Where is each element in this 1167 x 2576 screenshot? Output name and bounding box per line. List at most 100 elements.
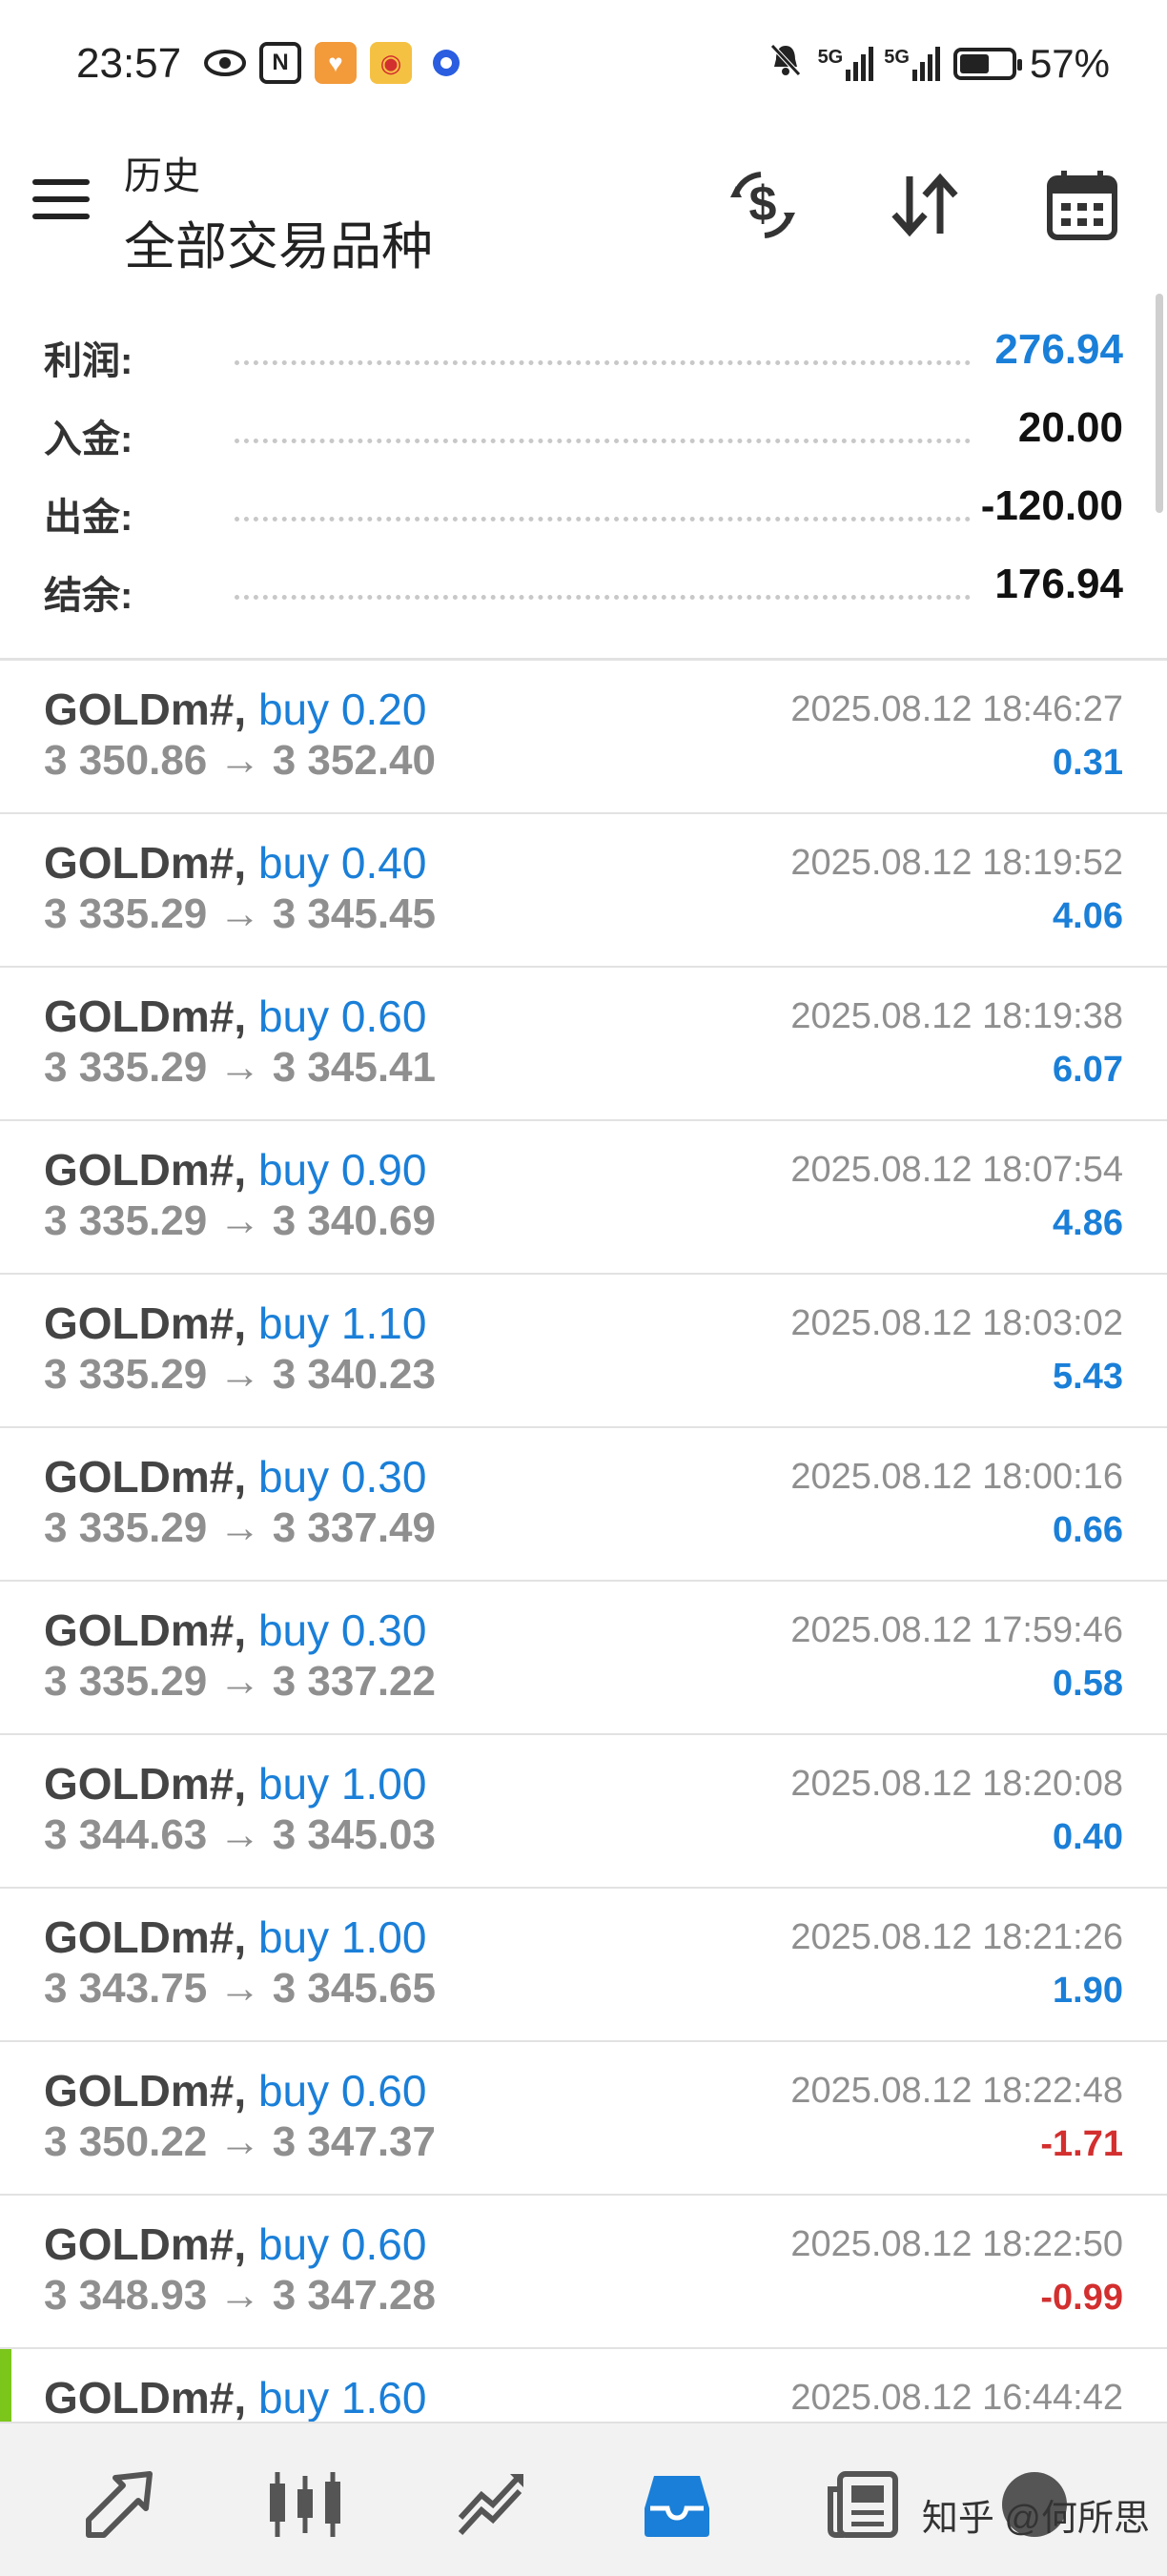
trade-action: buy 0.20 <box>257 685 427 734</box>
trade-action: buy 0.60 <box>257 2219 427 2269</box>
trade-prices: 3 350.86 → 3 352.40 <box>44 737 436 784</box>
trade-profit: 6.07 <box>1053 1050 1123 1090</box>
trade-row[interactable]: GOLDm#, buy 0.60 3 348.93 → 3 347.28 2025.… <box>0 2196 1167 2349</box>
trade-action: buy 0.60 <box>257 2066 427 2116</box>
trade-symbol-line: GOLDm#, buy 0.60 <box>44 991 426 1042</box>
mute-bell-icon <box>767 40 805 88</box>
summary-row-withdrawal: 出金: -120.00 <box>44 473 1123 549</box>
trade-datetime: 2025.08.12 18:00:16 <box>790 1457 1123 1497</box>
eye-icon <box>204 42 246 84</box>
summary-label: 出金: <box>44 497 133 539</box>
trade-profit: -1.71 <box>1040 2124 1123 2164</box>
trade-action: buy 0.40 <box>257 838 427 888</box>
trade-datetime: 2025.08.12 18:21:26 <box>790 1917 1123 1957</box>
trade-action: buy 1.10 <box>257 1298 427 1348</box>
trade-row[interactable]: GOLDm#, buy 0.90 3 335.29 → 3 340.69 2025.… <box>0 1121 1167 1275</box>
toolbar-title-block[interactable]: 历史 全部交易品种 <box>124 145 433 279</box>
trade-symbol: GOLDm#, <box>44 1605 247 1655</box>
trade-row[interactable]: GOLDm#, buy 0.30 3 335.29 → 3 337.49 2025.… <box>0 1428 1167 1582</box>
trade-prices: 3 343.75 → 3 345.65 <box>44 1965 436 2012</box>
trade-symbol: GOLDm#, <box>44 2219 247 2269</box>
summary-row-profit: 利润: 276.94 <box>44 317 1123 393</box>
calendar-icon[interactable] <box>1039 162 1125 248</box>
dotted-leader <box>235 517 971 521</box>
summary-label: 利润: <box>44 340 133 382</box>
quotes-icon[interactable] <box>76 2462 162 2547</box>
trade-symbol-line: GOLDm#, buy 1.00 <box>44 1912 426 1963</box>
trade-history-list[interactable]: GOLDm#, buy 0.20 3 350.86 → 3 352.40 2025.… <box>0 661 1167 2422</box>
trade-symbol-line: GOLDm#, buy 0.20 <box>44 684 426 735</box>
trade-row[interactable]: GOLDm#, buy 0.60 3 350.22 → 3 347.37 2025.… <box>0 2042 1167 2196</box>
trade-row[interactable]: GOLDm#, buy 1.603 349.00 → 3 354.002025.… <box>0 2349 1167 2422</box>
trade-row[interactable]: GOLDm#, buy 1.10 3 335.29 → 3 340.23 2025.… <box>0 1275 1167 1428</box>
trade-datetime: 2025.08.12 18:22:48 <box>790 2071 1123 2111</box>
trade-action: buy 0.30 <box>257 1452 427 1502</box>
dotted-leader <box>235 439 971 443</box>
sort-icon[interactable] <box>882 162 968 248</box>
trade-profit: 0.31 <box>1053 743 1123 783</box>
status-bar: 23:57 N ♥ ◉ 5G 5G 57% <box>0 0 1167 133</box>
trade-symbol-line: GOLDm#, buy 0.60 <box>44 2218 426 2270</box>
trade-row[interactable]: GOLDm#, buy 0.60 3 335.29 → 3 345.41 2025.… <box>0 968 1167 1121</box>
trade-profit: -0.99 <box>1040 2278 1123 2318</box>
trade-datetime: 2025.08.12 18:19:38 <box>790 996 1123 1036</box>
dollar-refresh-icon[interactable]: $ <box>720 162 806 248</box>
summary-value: 20.00 <box>1017 404 1123 451</box>
trade-symbol: GOLDm#, <box>44 2066 247 2116</box>
trade-symbol: GOLDm#, <box>44 685 247 734</box>
trade-datetime: 2025.08.12 18:19:52 <box>790 843 1123 883</box>
trade-datetime: 2025.08.12 16:44:42 <box>790 2378 1123 2418</box>
trade-symbol: GOLDm#, <box>44 992 247 1041</box>
trade-row[interactable]: GOLDm#, buy 1.00 3 344.63 → 3 345.03 2025.… <box>0 1735 1167 1889</box>
news-icon[interactable] <box>820 2462 906 2547</box>
svg-text:$: $ <box>749 176 777 232</box>
summary-value: -120.00 <box>980 482 1123 529</box>
trade-datetime: 2025.08.12 18:46:27 <box>790 689 1123 729</box>
menu-icon[interactable] <box>32 179 90 227</box>
nfc-icon: N <box>259 42 301 84</box>
summary-row-deposit: 入金: 20.00 <box>44 395 1123 471</box>
trade-prices: 3 348.93 → 3 347.28 <box>44 2272 436 2319</box>
trade-symbol: GOLDm#, <box>44 2373 247 2422</box>
trade-profit: 0.66 <box>1053 1510 1123 1550</box>
summary-label: 结余: <box>44 575 133 617</box>
trade-profit: 1.90 <box>1053 1971 1123 2011</box>
trade-row[interactable]: GOLDm#, buy 1.00 3 343.75 → 3 345.65 2025.… <box>0 1889 1167 2042</box>
bottom-navigation: 知乎 @何所思 <box>0 2422 1167 2576</box>
blue-dot-icon <box>425 42 467 84</box>
summary-value: 176.94 <box>994 561 1123 607</box>
network-label-1: 5G <box>817 47 844 68</box>
trade-symbol: GOLDm#, <box>44 1145 247 1195</box>
trade-row[interactable]: GOLDm#, buy 0.20 3 350.86 → 3 352.40 2025.… <box>0 661 1167 814</box>
trade-profit: 4.06 <box>1053 896 1123 936</box>
signal-icon: 5G 5G <box>818 47 940 81</box>
weibo-icon: ◉ <box>370 42 412 84</box>
trade-row[interactable]: GOLDm#, buy 0.30 3 335.29 → 3 337.22 2025.… <box>0 1582 1167 1735</box>
trade-icon[interactable] <box>448 2462 534 2547</box>
clock: 23:57 <box>76 40 182 87</box>
trade-action: buy 1.60 <box>257 2373 427 2422</box>
history-icon[interactable] <box>634 2462 720 2547</box>
heart-app-icon: ♥ <box>315 42 357 84</box>
battery-icon <box>952 48 1022 80</box>
trade-datetime: 2025.08.12 18:20:08 <box>790 1764 1123 1804</box>
chart-icon[interactable] <box>262 2462 348 2547</box>
trade-row[interactable]: GOLDm#, buy 0.40 3 335.29 → 3 345.45 2025.… <box>0 814 1167 968</box>
trade-symbol-line: GOLDm#, buy 1.00 <box>44 1758 426 1809</box>
trade-prices: 3 335.29 → 3 337.22 <box>44 1658 436 1705</box>
trade-symbol-line: GOLDm#, buy 1.10 <box>44 1298 426 1349</box>
page-subtitle: 历史 <box>124 155 200 197</box>
trade-symbol-line: GOLDm#, buy 1.60 <box>44 2372 426 2422</box>
page-title: 全部交易品种 <box>124 218 433 276</box>
selected-marker <box>0 2349 11 2422</box>
trade-symbol: GOLDm#, <box>44 1452 247 1502</box>
watermark: 知乎 @何所思 <box>921 2499 1150 2539</box>
trade-symbol-line: GOLDm#, buy 0.30 <box>44 1451 426 1503</box>
dotted-leader <box>235 360 971 365</box>
trade-profit: 4.86 <box>1053 1203 1123 1243</box>
trade-symbol: GOLDm#, <box>44 838 247 888</box>
summary-value: 276.94 <box>994 326 1123 373</box>
trade-symbol: GOLDm#, <box>44 1298 247 1348</box>
battery-percent: 57% <box>1029 41 1110 86</box>
scrollbar[interactable] <box>1156 294 1163 513</box>
